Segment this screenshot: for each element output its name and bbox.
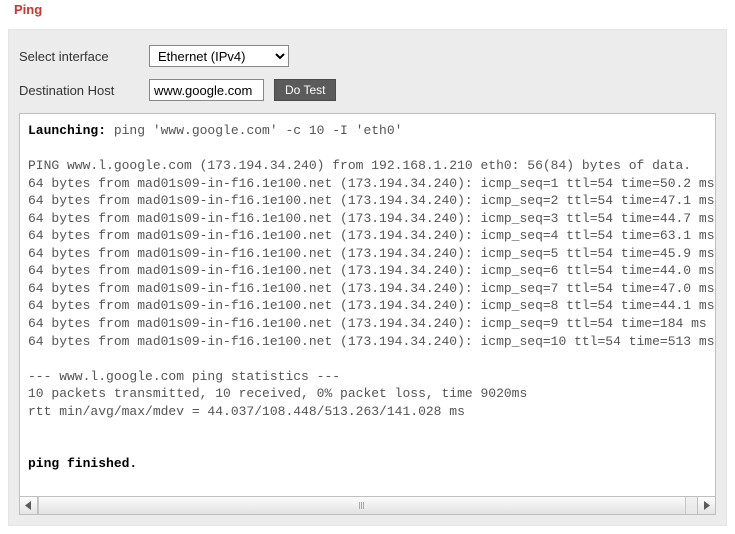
scrollbar-thumb[interactable] <box>38 497 686 514</box>
ping-output: Launching: ping 'www.google.com' -c 10 -… <box>20 114 715 496</box>
scrollbar-track[interactable] <box>38 497 697 514</box>
do-test-button[interactable]: Do Test <box>274 79 336 101</box>
host-label: Destination Host <box>19 83 149 98</box>
host-row: Destination Host Do Test <box>19 79 716 101</box>
horizontal-scrollbar[interactable] <box>20 496 715 514</box>
ping-panel: Select interface Ethernet (IPv4) Destina… <box>8 29 727 526</box>
thumb-grip-icon <box>359 502 364 509</box>
interface-select[interactable]: Ethernet (IPv4) <box>149 45 289 67</box>
host-input[interactable] <box>149 79 264 101</box>
scroll-right-arrow-icon[interactable] <box>697 497 715 514</box>
interface-label: Select interface <box>19 49 149 64</box>
interface-row: Select interface Ethernet (IPv4) <box>19 45 716 67</box>
output-container: Launching: ping 'www.google.com' -c 10 -… <box>19 113 716 515</box>
scroll-left-arrow-icon[interactable] <box>20 497 38 514</box>
page-title: Ping <box>0 0 735 17</box>
